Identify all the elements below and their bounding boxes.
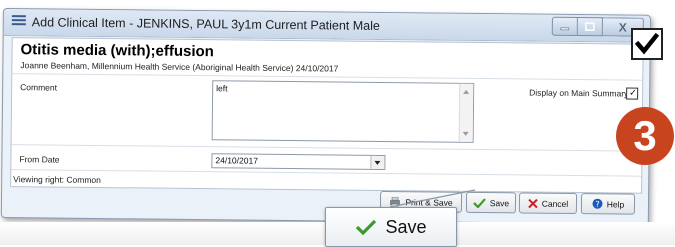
callout-save-label: Save (385, 216, 427, 237)
save-button-callout: Save (325, 207, 457, 247)
checkmark-icon (356, 219, 377, 235)
